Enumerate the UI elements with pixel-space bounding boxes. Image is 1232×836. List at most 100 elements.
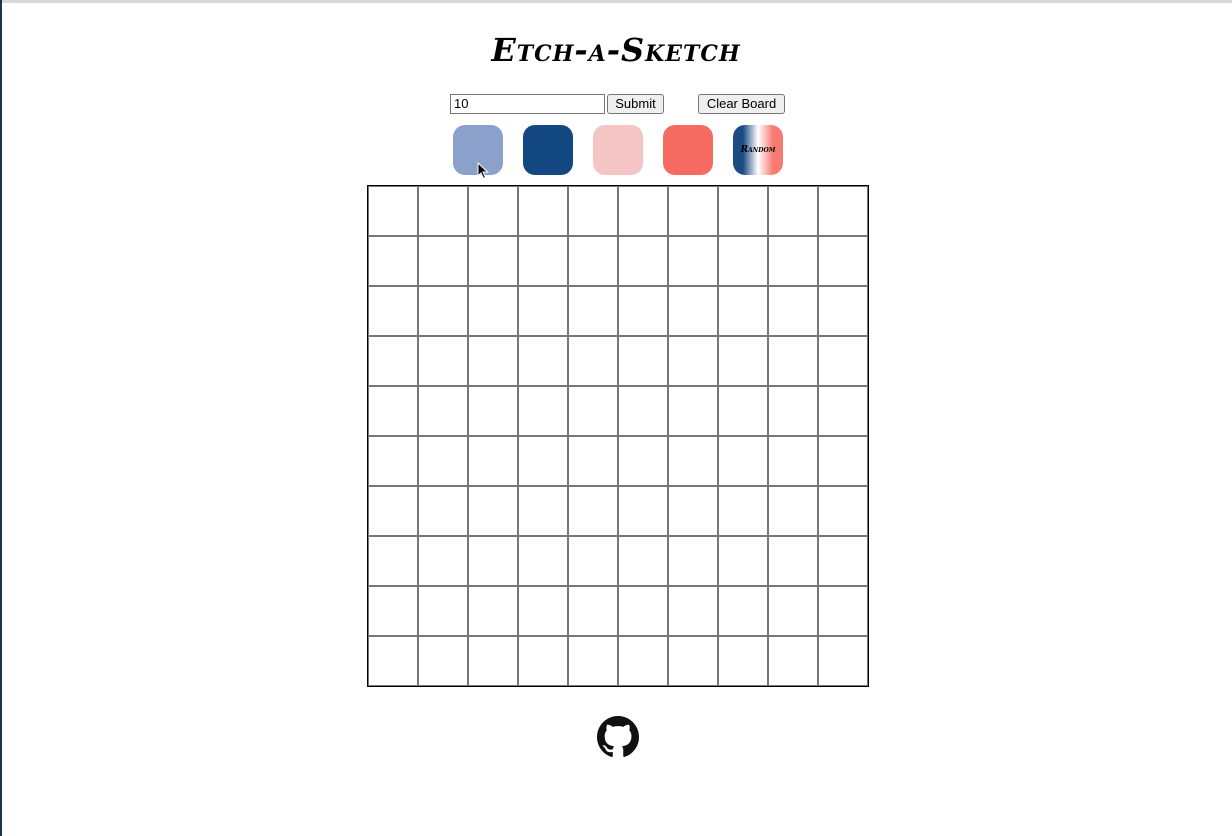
board-cell[interactable] (468, 636, 518, 686)
board-cell[interactable] (818, 636, 868, 686)
board-cell[interactable] (368, 236, 418, 286)
board-cell[interactable] (568, 236, 618, 286)
board-cell[interactable] (518, 236, 568, 286)
board-cell[interactable] (518, 286, 568, 336)
board-cell[interactable] (568, 186, 618, 236)
board-cell[interactable] (468, 536, 518, 586)
board-cell[interactable] (418, 636, 468, 686)
board-cell[interactable] (368, 286, 418, 336)
board-cell[interactable] (468, 586, 518, 636)
board-cell[interactable] (718, 636, 768, 686)
board-cell[interactable] (668, 236, 718, 286)
board-cell[interactable] (618, 186, 668, 236)
board-cell[interactable] (768, 586, 818, 636)
board-cell[interactable] (768, 336, 818, 386)
board-cell[interactable] (418, 386, 468, 436)
board-cell[interactable] (418, 536, 468, 586)
board-cell[interactable] (668, 286, 718, 336)
board-cell[interactable] (568, 286, 618, 336)
board-cell[interactable] (618, 386, 668, 436)
color-swatch-navy[interactable] (523, 125, 573, 175)
board-cell[interactable] (668, 336, 718, 386)
board-cell[interactable] (368, 636, 418, 686)
color-swatch-light-pink[interactable] (593, 125, 643, 175)
board-cell[interactable] (568, 586, 618, 636)
board-cell[interactable] (518, 586, 568, 636)
board-cell[interactable] (568, 436, 618, 486)
board-cell[interactable] (568, 486, 618, 536)
board-cell[interactable] (768, 386, 818, 436)
color-swatch-coral[interactable] (663, 125, 713, 175)
board-cell[interactable] (618, 286, 668, 336)
board-cell[interactable] (568, 386, 618, 436)
grid-size-input[interactable] (450, 94, 605, 114)
board-cell[interactable] (818, 436, 868, 486)
board-cell[interactable] (718, 186, 768, 236)
board-cell[interactable] (368, 386, 418, 436)
color-swatch-random[interactable]: Random (733, 125, 783, 175)
board-cell[interactable] (368, 536, 418, 586)
board-cell[interactable] (418, 486, 468, 536)
board-cell[interactable] (768, 486, 818, 536)
github-icon[interactable] (597, 716, 639, 758)
board-cell[interactable] (718, 336, 768, 386)
board-cell[interactable] (468, 186, 518, 236)
board-cell[interactable] (768, 436, 818, 486)
board-cell[interactable] (518, 386, 568, 436)
board-cell[interactable] (518, 486, 568, 536)
board-cell[interactable] (468, 436, 518, 486)
board-cell[interactable] (718, 386, 768, 436)
board-cell[interactable] (818, 386, 868, 436)
board-cell[interactable] (668, 386, 718, 436)
board-cell[interactable] (468, 286, 518, 336)
board-cell[interactable] (568, 636, 618, 686)
board-cell[interactable] (818, 536, 868, 586)
board-cell[interactable] (768, 286, 818, 336)
board-cell[interactable] (668, 486, 718, 536)
board-cell[interactable] (768, 186, 818, 236)
sketch-board[interactable] (367, 185, 869, 687)
board-cell[interactable] (368, 336, 418, 386)
board-cell[interactable] (368, 486, 418, 536)
board-cell[interactable] (718, 236, 768, 286)
board-cell[interactable] (618, 486, 668, 536)
board-cell[interactable] (418, 236, 468, 286)
board-cell[interactable] (818, 586, 868, 636)
board-cell[interactable] (618, 436, 668, 486)
board-cell[interactable] (418, 336, 468, 386)
clear-board-button[interactable]: Clear Board (698, 94, 785, 114)
board-cell[interactable] (368, 586, 418, 636)
board-cell[interactable] (568, 536, 618, 586)
board-cell[interactable] (818, 286, 868, 336)
board-cell[interactable] (768, 636, 818, 686)
board-cell[interactable] (818, 336, 868, 386)
board-cell[interactable] (618, 336, 668, 386)
board-cell[interactable] (668, 436, 718, 486)
board-cell[interactable] (368, 436, 418, 486)
board-cell[interactable] (668, 586, 718, 636)
board-cell[interactable] (518, 336, 568, 386)
board-cell[interactable] (618, 236, 668, 286)
board-cell[interactable] (818, 486, 868, 536)
submit-button[interactable]: Submit (607, 94, 664, 114)
board-cell[interactable] (468, 236, 518, 286)
board-cell[interactable] (518, 186, 568, 236)
board-cell[interactable] (368, 186, 418, 236)
board-cell[interactable] (718, 536, 768, 586)
board-cell[interactable] (518, 536, 568, 586)
board-cell[interactable] (518, 636, 568, 686)
board-cell[interactable] (818, 186, 868, 236)
board-cell[interactable] (668, 536, 718, 586)
board-cell[interactable] (418, 186, 468, 236)
board-cell[interactable] (468, 386, 518, 436)
board-cell[interactable] (618, 536, 668, 586)
board-cell[interactable] (818, 236, 868, 286)
board-cell[interactable] (718, 436, 768, 486)
board-cell[interactable] (418, 586, 468, 636)
board-cell[interactable] (768, 236, 818, 286)
board-cell[interactable] (718, 586, 768, 636)
board-cell[interactable] (418, 436, 468, 486)
board-cell[interactable] (418, 286, 468, 336)
board-cell[interactable] (618, 636, 668, 686)
board-cell[interactable] (668, 186, 718, 236)
